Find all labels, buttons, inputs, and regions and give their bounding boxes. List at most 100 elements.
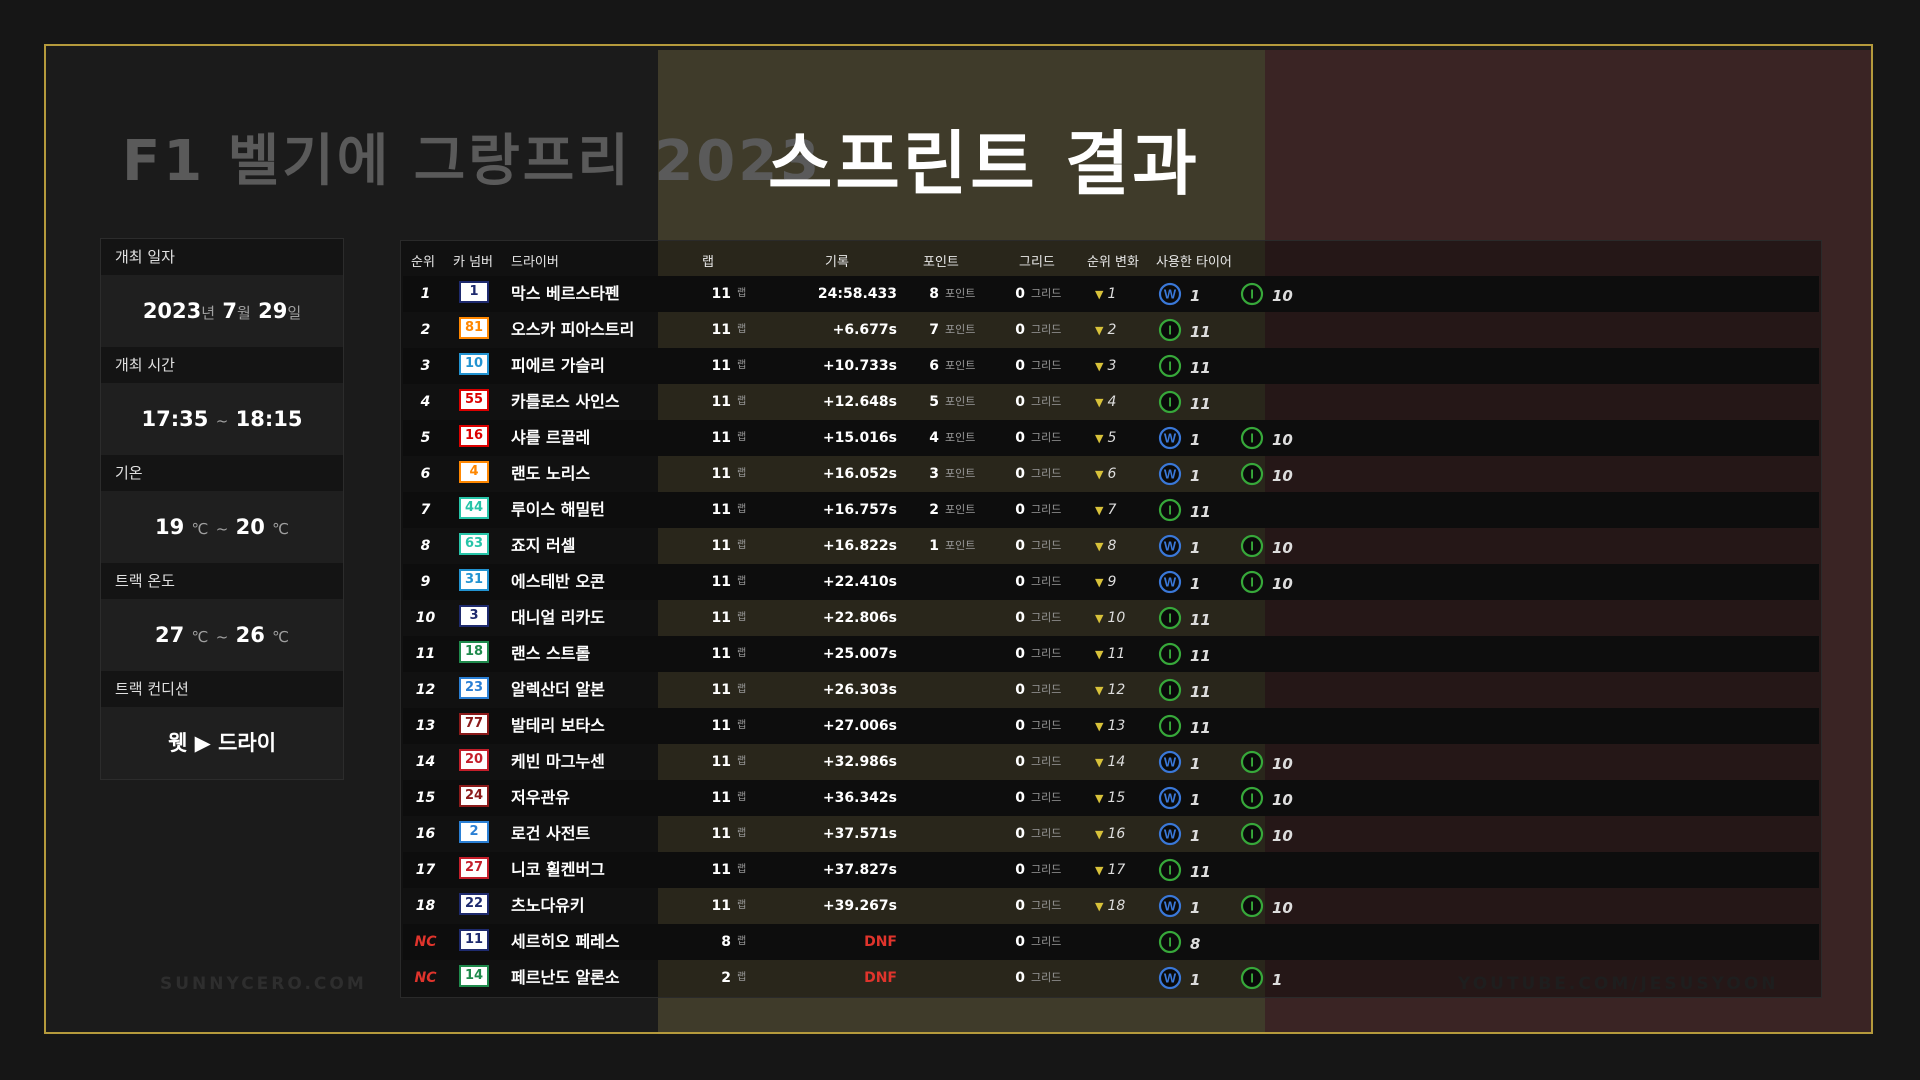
laps-value: 11 (711, 610, 731, 626)
table-header: 순위 카 넘버 드라이버 랩 기록 포인트 그리드 순위 변화 사용한 타이어 (401, 241, 1821, 275)
laps-value: 11 (711, 862, 731, 878)
svg-text:W: W (1164, 431, 1177, 446)
driver-name: 샤를 르끌레 (511, 428, 591, 447)
date-year-unit: 년 (201, 304, 216, 322)
wet-tyre-icon: W (1158, 462, 1182, 486)
header-time: 기록 (825, 255, 849, 270)
race-time: +10.733s (822, 358, 897, 374)
laps-value: 11 (711, 682, 731, 698)
laps-unit: 랩 (737, 864, 747, 875)
position-cell: 16 (415, 826, 436, 842)
tyre-laps-count: 11 (1190, 863, 1211, 881)
grid-unit: 그리드 (1031, 755, 1062, 768)
time-separator: ~ (215, 412, 229, 430)
date-year: 2023 (142, 299, 202, 323)
grid-value: 0 (1015, 358, 1025, 374)
laps-value: 11 (711, 322, 731, 338)
race-time: +36.342s (822, 790, 897, 806)
date-month: 7 (222, 299, 238, 323)
table-row: 12 23 알렉산더 알본 11 랩 +26.303s 0 그리드 ▼ 12 I 11 (403, 672, 1819, 708)
track-temp-high: 26 (235, 623, 265, 647)
tyre-laps-count: 10 (1272, 791, 1293, 809)
svg-text:W: W (1164, 899, 1177, 914)
table-row: 6 4 랜도 노리스 11 랩 +16.052s 3 포인트 0 그리드 ▼ 6 W 1 I 10 (403, 456, 1819, 492)
svg-text:I: I (1250, 827, 1254, 842)
header-driver: 드라이버 (511, 255, 559, 270)
table-row: NC 14 페르난도 알론소 2 랩 DNF 0 그리드 W 1 I 1 (403, 960, 1819, 996)
position-change-value: 9 (1107, 574, 1117, 590)
car-number-badge: 23 (459, 677, 489, 699)
car-number-badge: 1 (459, 281, 489, 303)
driver-name: 피에르 가슬리 (511, 356, 605, 375)
points-value: 1 (929, 538, 939, 554)
intermediate-tyre-icon: I (1158, 858, 1182, 882)
points-unit: 포인트 (945, 503, 976, 516)
track-condition-value: 웻 ▶ 드라이 (101, 707, 343, 779)
position-change: ▼ 2 (1095, 312, 1116, 348)
race-time: +32.986s (822, 754, 897, 770)
header-laps: 랩 (702, 255, 714, 270)
laps-unit: 랩 (737, 432, 747, 443)
grid-unit: 그리드 (1031, 539, 1062, 552)
triangle-down-icon: ▼ (1095, 648, 1104, 661)
track-temp-value: 27 ℃ ~ 26 ℃ (101, 599, 343, 671)
svg-text:I: I (1250, 539, 1254, 554)
position-change: ▼ 5 (1095, 420, 1116, 456)
position-change: ▼ 13 (1095, 708, 1125, 744)
position-change-value: 3 (1107, 358, 1117, 374)
position-cell: 8 (420, 538, 431, 554)
points-unit: 포인트 (945, 539, 976, 552)
grid-unit: 그리드 (1031, 683, 1062, 696)
condition-from: 웻 (167, 731, 188, 755)
grid-unit: 그리드 (1031, 647, 1062, 660)
position-cell: 3 (420, 358, 431, 374)
laps-unit: 랩 (737, 720, 747, 731)
table-row: 10 3 대니얼 리카도 11 랩 +22.806s 0 그리드 ▼ 10 I 11 (403, 600, 1819, 636)
background-frame: SUNNYCERO.COM YOUTUBE.COM/JESUSYOON F1 벨… (44, 44, 1873, 1034)
points-unit: 포인트 (945, 431, 976, 444)
wet-tyre-icon: W (1158, 894, 1182, 918)
intermediate-tyre-icon: I (1158, 678, 1182, 702)
header-grid: 그리드 (1019, 255, 1055, 270)
laps-value: 11 (711, 286, 731, 302)
svg-text:W: W (1164, 575, 1177, 590)
laps-value: 11 (711, 898, 731, 914)
grid-value: 0 (1015, 322, 1025, 338)
header-points: 포인트 (923, 255, 959, 270)
points-value: 7 (929, 322, 939, 338)
triangle-down-icon: ▼ (1095, 288, 1104, 301)
table-row: 9 31 에스테반 오콘 11 랩 +22.410s 0 그리드 ▼ 9 W 1 I 10 (403, 564, 1819, 600)
track-condition-label: 트랙 컨디션 (101, 671, 343, 707)
grid-unit: 그리드 (1031, 503, 1062, 516)
driver-name: 세르히오 페레스 (511, 932, 620, 951)
tyre-laps-count: 1 (1272, 971, 1283, 989)
tyre-laps-count: 1 (1190, 467, 1201, 485)
position-cell: 12 (415, 682, 436, 698)
table-row: 2 81 오스카 피아스트리 11 랩 +6.677s 7 포인트 0 그리드 ▼ 2 I 11 (403, 312, 1819, 348)
position-change: ▼ 12 (1095, 672, 1125, 708)
driver-name: 페르난도 알론소 (511, 968, 620, 987)
track-temp-label: 트랙 온도 (101, 563, 343, 599)
tyre-laps-count: 11 (1190, 611, 1211, 629)
grid-value: 0 (1015, 466, 1025, 482)
date-day-unit: 일 (287, 304, 302, 322)
triangle-down-icon: ▼ (1095, 864, 1104, 877)
points-value: 4 (929, 430, 939, 446)
race-time: +16.052s (822, 466, 897, 482)
laps-unit: 랩 (737, 504, 747, 515)
position-change-value: 5 (1107, 430, 1117, 446)
grid-value: 0 (1015, 682, 1025, 698)
intermediate-tyre-icon: I (1158, 354, 1182, 378)
laps-unit: 랩 (737, 360, 747, 371)
svg-text:W: W (1164, 467, 1177, 482)
tyre-laps-count: 10 (1272, 467, 1293, 485)
race-time: +26.303s (822, 682, 897, 698)
laps-value: 11 (711, 466, 731, 482)
race-time: +22.806s (822, 610, 897, 626)
position-cell: 15 (415, 790, 436, 806)
position-change: ▼ 8 (1095, 528, 1116, 564)
grid-value: 0 (1015, 790, 1025, 806)
grid-unit: 그리드 (1031, 827, 1062, 840)
laps-unit: 랩 (737, 936, 747, 947)
position-change-value: 10 (1107, 610, 1126, 626)
